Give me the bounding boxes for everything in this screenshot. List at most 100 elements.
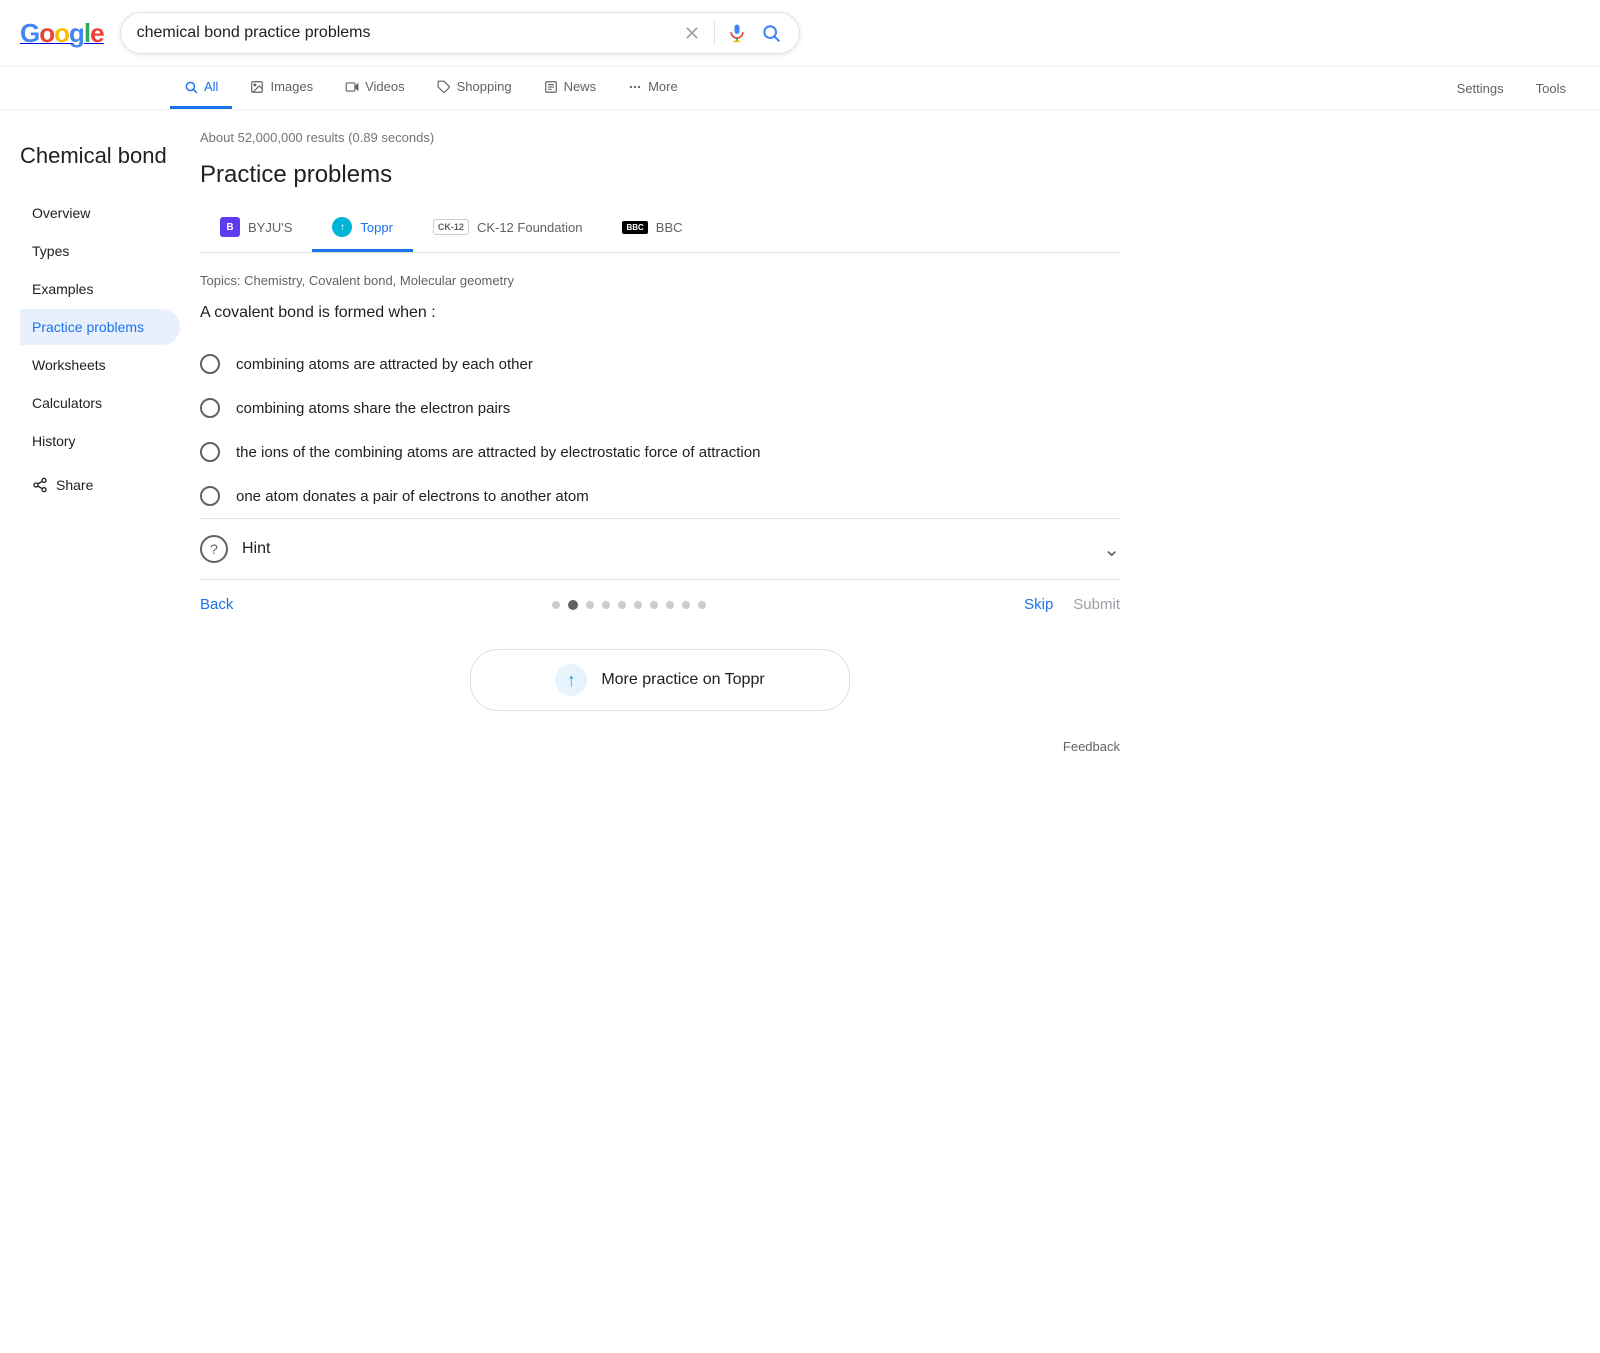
bbc-label: BBC	[656, 220, 683, 235]
source-tab-bbc[interactable]: BBC BBC	[602, 208, 702, 250]
dot-4	[618, 601, 626, 609]
byjus-logo: B	[220, 217, 240, 237]
toppr-logo: ↑	[332, 217, 352, 237]
option-4[interactable]: one atom donates a pair of electrons to …	[200, 474, 1120, 518]
sidebar-item-practice-problems[interactable]: Practice problems	[20, 309, 180, 345]
nav-actions: Skip Submit	[1024, 596, 1120, 613]
dot-6	[650, 601, 658, 609]
search-icon	[761, 23, 781, 43]
sidebar-item-calculators[interactable]: Calculators	[20, 385, 180, 421]
search-icon-small	[184, 80, 198, 94]
clear-button[interactable]	[680, 21, 704, 45]
dot-3	[602, 601, 610, 609]
source-tab-byjus[interactable]: B BYJU'S	[200, 205, 312, 252]
tab-shopping-label: Shopping	[457, 79, 512, 94]
submit-button: Submit	[1073, 596, 1120, 613]
dot-7	[666, 601, 674, 609]
source-tabs: B BYJU'S ↑ Toppr CK-12 CK-12 Foundation …	[200, 205, 1120, 253]
google-logo[interactable]: Google	[20, 18, 104, 49]
search-input[interactable]: chemical bond practice problems	[137, 24, 670, 42]
share-button[interactable]: Share	[20, 467, 180, 503]
tab-shopping[interactable]: Shopping	[423, 67, 526, 109]
radio-4[interactable]	[200, 486, 220, 506]
option-3[interactable]: the ions of the combining atoms are attr…	[200, 430, 1120, 474]
nav-tabs: All Images Videos Shopping News More Set…	[0, 67, 1600, 110]
hint-left: ? Hint	[200, 535, 270, 563]
search-bar: chemical bond practice problems	[120, 12, 800, 54]
microphone-icon	[727, 23, 747, 43]
toppr-label: Toppr	[360, 220, 393, 235]
main-layout: Chemical bond Overview Types Examples Pr…	[0, 110, 1600, 782]
dot-9	[698, 601, 706, 609]
video-icon	[345, 80, 359, 94]
more-practice-label: More practice on Toppr	[601, 671, 764, 689]
option-1-text: combining atoms are attracted by each ot…	[236, 356, 533, 373]
option-1[interactable]: combining atoms are attracted by each ot…	[200, 342, 1120, 386]
sidebar-item-worksheets[interactable]: Worksheets	[20, 347, 180, 383]
results-count: About 52,000,000 results (0.89 seconds)	[200, 130, 1120, 145]
search-icons	[680, 21, 783, 45]
settings-link[interactable]: Settings	[1443, 69, 1518, 108]
sidebar-title: Chemical bond	[20, 142, 180, 171]
clear-icon	[682, 23, 702, 43]
share-label: Share	[56, 477, 93, 493]
chevron-down-icon: ⌄	[1103, 537, 1120, 562]
content-area: About 52,000,000 results (0.89 seconds) …	[180, 122, 1140, 770]
ck12-label: CK-12 Foundation	[477, 220, 583, 235]
practice-title: Practice problems	[200, 161, 1120, 189]
radio-2[interactable]	[200, 398, 220, 418]
tab-news[interactable]: News	[530, 67, 611, 109]
tab-all-label: All	[204, 79, 218, 94]
tab-images-label: Images	[270, 79, 313, 94]
sidebar-item-examples[interactable]: Examples	[20, 271, 180, 307]
dot-0	[552, 601, 560, 609]
option-3-text: the ions of the combining atoms are attr…	[236, 444, 760, 461]
dot-8	[682, 601, 690, 609]
sidebar-item-types[interactable]: Types	[20, 233, 180, 269]
sidebar-item-history[interactable]: History	[20, 423, 180, 459]
search-bar-wrapper: chemical bond practice problems	[120, 12, 800, 54]
back-button[interactable]: Back	[200, 596, 233, 613]
tab-news-label: News	[564, 79, 597, 94]
divider	[714, 21, 715, 45]
radio-3[interactable]	[200, 442, 220, 462]
source-tab-toppr[interactable]: ↑ Toppr	[312, 205, 413, 252]
ck12-logo: CK-12	[433, 219, 469, 235]
source-tab-ck12[interactable]: CK-12 CK-12 Foundation	[413, 207, 603, 250]
option-4-text: one atom donates a pair of electrons to …	[236, 488, 589, 505]
dot-5	[634, 601, 642, 609]
radio-1[interactable]	[200, 354, 220, 374]
tab-more[interactable]: More	[614, 67, 692, 109]
pagination-dots	[552, 600, 706, 610]
newspaper-icon	[544, 80, 558, 94]
hint-icon: ?	[200, 535, 228, 563]
tools-link[interactable]: Tools	[1522, 69, 1580, 108]
tab-videos-label: Videos	[365, 79, 405, 94]
hint-label: Hint	[242, 540, 270, 558]
skip-button[interactable]: Skip	[1024, 596, 1053, 613]
search-button[interactable]	[759, 21, 783, 45]
quiz-navigation: Back Skip Submit	[200, 579, 1120, 629]
feedback-button[interactable]: Feedback	[1063, 739, 1120, 754]
toppr-arrow-icon: ↑	[567, 670, 576, 691]
header: Google chemical bond practice problems	[0, 0, 1600, 67]
tab-all[interactable]: All	[170, 67, 232, 109]
toppr-circle-icon: ↑	[555, 664, 587, 696]
option-2-text: combining atoms share the electron pairs	[236, 400, 510, 417]
sidebar-item-overview[interactable]: Overview	[20, 195, 180, 231]
more-practice-button[interactable]: ↑ More practice on Toppr	[470, 649, 850, 711]
image-icon	[250, 80, 264, 94]
tab-videos[interactable]: Videos	[331, 67, 419, 109]
question-text: A covalent bond is formed when :	[200, 304, 1120, 322]
tag-icon	[437, 80, 451, 94]
voice-search-button[interactable]	[725, 21, 749, 45]
dot-1	[568, 600, 578, 610]
option-2[interactable]: combining atoms share the electron pairs	[200, 386, 1120, 430]
byjus-label: BYJU'S	[248, 220, 292, 235]
more-dots-icon	[628, 80, 642, 94]
sidebar: Chemical bond Overview Types Examples Pr…	[20, 122, 180, 770]
tab-images[interactable]: Images	[236, 67, 327, 109]
more-practice-wrapper: ↑ More practice on Toppr	[200, 629, 1120, 731]
hint-row[interactable]: ? Hint ⌄	[200, 518, 1120, 579]
tab-more-label: More	[648, 79, 678, 94]
